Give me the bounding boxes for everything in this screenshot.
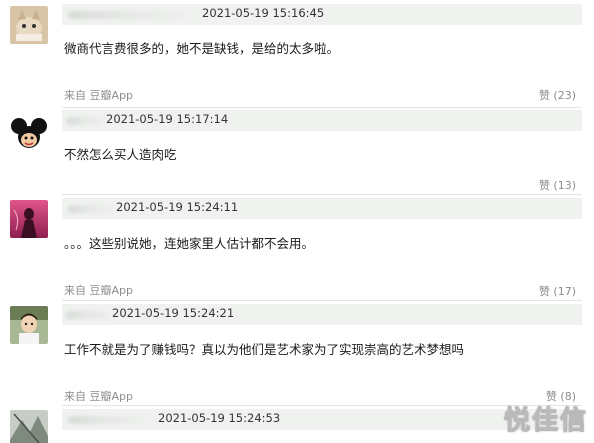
username-redacted	[66, 117, 104, 125]
like-count[interactable]: 赞 (17)	[539, 283, 576, 299]
comment-source: 来自 豆瓣App	[64, 284, 133, 297]
divider	[62, 194, 582, 195]
comment-header: 2021-05-19 15:24:21	[62, 304, 582, 325]
avatar[interactable]	[10, 6, 48, 44]
avatar[interactable]	[10, 410, 48, 443]
username-redacted	[66, 311, 114, 319]
avatar[interactable]	[10, 200, 48, 238]
avatar[interactable]	[10, 306, 48, 344]
watermark: 悦佳信	[503, 406, 588, 437]
comment-source: 来自 豆瓣App	[64, 89, 133, 102]
comment-timestamp: 2021-05-19 15:24:21	[112, 306, 235, 320]
username-redacted	[68, 205, 112, 213]
comment-header: 2021-05-19 15:16:45	[62, 4, 582, 25]
comment-timestamp: 2021-05-19 15:24:11	[116, 200, 239, 214]
comment-text: 微商代言费很多的，她不是缺钱，是给的太多啦。	[64, 41, 340, 56]
like-count[interactable]: 赞 (23)	[539, 87, 576, 103]
comment-text: 不然怎么买人造肉吃	[64, 147, 177, 162]
comment-timestamp: 2021-05-19 15:17:14	[106, 112, 229, 126]
divider	[62, 300, 582, 301]
comment-feed: 2021-05-19 15:16:45 微商代言费很多的，她不是缺钱，是给的太多…	[0, 0, 594, 443]
comment-source: 来自 豆瓣App	[64, 390, 133, 403]
username-redacted	[68, 11, 188, 19]
avatar[interactable]	[10, 115, 48, 153]
like-count[interactable]: 赞 (13)	[539, 177, 576, 193]
comment-header: 2021-05-19 15:24:11	[62, 198, 582, 219]
comment-text: 。。。这些别说她，连她家里人估计都不会用。	[64, 236, 315, 251]
username-redacted	[68, 416, 150, 424]
comment-header: 2021-05-19 15:17:14	[62, 110, 582, 131]
divider	[62, 107, 582, 108]
comment-text: 工作不就是为了赚钱吗？真以为他们是艺术家为了实现崇高的艺术梦想吗	[64, 342, 465, 357]
comment-timestamp: 2021-05-19 15:16:45	[202, 6, 325, 20]
comment-timestamp: 2021-05-19 15:24:53	[158, 411, 281, 425]
